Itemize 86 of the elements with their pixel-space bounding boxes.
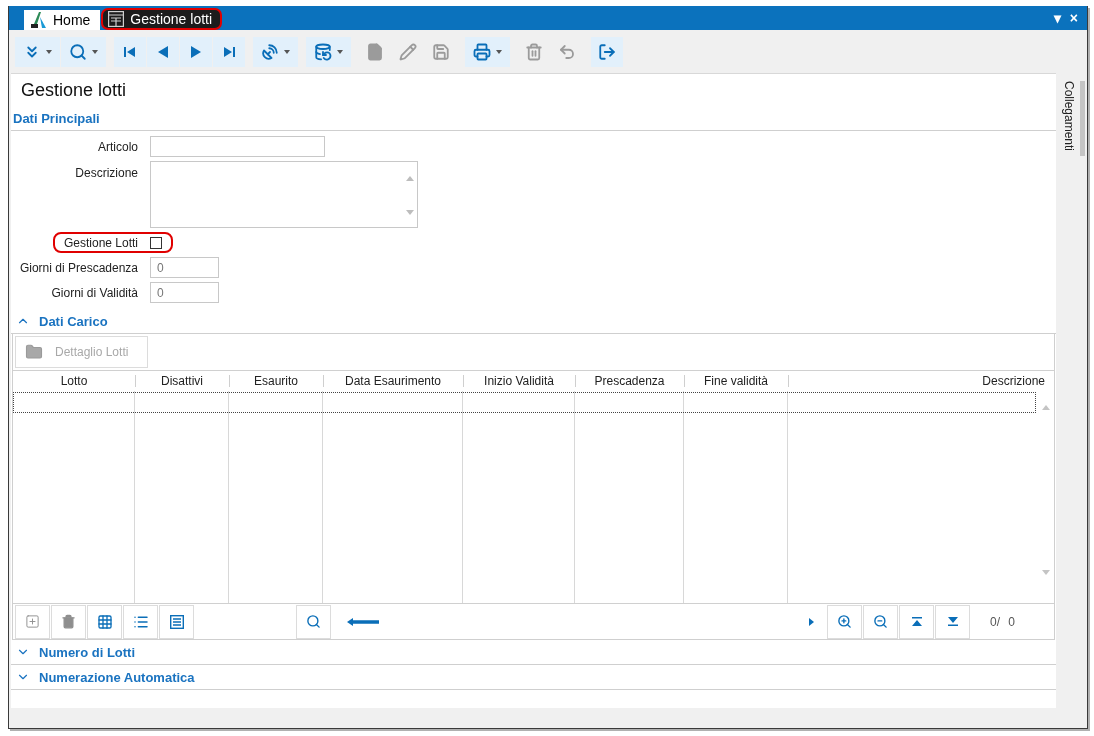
zoom-out-icon bbox=[873, 614, 888, 629]
section-title[interactable]: Dati Carico bbox=[39, 313, 108, 329]
column-header[interactable]: Prescadenza bbox=[575, 371, 684, 391]
trash-icon bbox=[61, 614, 76, 629]
toolbar-button[interactable] bbox=[180, 37, 212, 67]
scroll-down-icon bbox=[1041, 570, 1050, 575]
caret-icon bbox=[92, 50, 98, 54]
zoom-out-button[interactable] bbox=[863, 604, 898, 639]
side-panel-tab[interactable]: Collegamenti bbox=[1062, 81, 1076, 152]
column-header[interactable]: Inizio Validità bbox=[463, 371, 575, 391]
number-field[interactable]: 0 bbox=[150, 257, 219, 278]
scroll-up-icon bbox=[406, 176, 414, 181]
grid-icon bbox=[96, 613, 113, 630]
move-top-icon bbox=[911, 617, 922, 626]
undo-icon bbox=[558, 43, 576, 61]
toolbar-button[interactable] bbox=[213, 37, 245, 67]
page-title: Gestione lotti bbox=[20, 78, 128, 102]
caret-icon bbox=[46, 50, 52, 54]
save-icon bbox=[432, 43, 450, 61]
checkbox[interactable] bbox=[150, 236, 162, 249]
next-icon bbox=[191, 46, 201, 58]
grid-tool-button[interactable] bbox=[159, 604, 194, 639]
section-title[interactable]: Numerazione Automatica bbox=[39, 669, 195, 685]
field-label: Giorni di Prescadenza bbox=[19, 260, 138, 275]
file-icon bbox=[366, 43, 384, 61]
database-refresh-icon bbox=[314, 43, 332, 61]
tab[interactable]: Home bbox=[24, 10, 101, 30]
column-header[interactable]: Disattivi bbox=[135, 371, 229, 391]
tab[interactable]: Gestione lotti bbox=[101, 8, 223, 30]
scroll-right-arrow-icon bbox=[809, 617, 814, 626]
field-label: Gestione Lotti bbox=[63, 235, 138, 250]
toolbar-button[interactable] bbox=[147, 37, 179, 67]
rows-icon bbox=[169, 614, 184, 629]
column-header[interactable]: Lotto bbox=[13, 371, 135, 391]
zoom-in-icon bbox=[837, 614, 852, 629]
search-icon bbox=[69, 43, 87, 61]
toolbar-button[interactable] bbox=[114, 37, 146, 67]
field-label: Giorni di Validità bbox=[51, 285, 138, 300]
field-label: Articolo bbox=[98, 139, 138, 154]
app-logo-icon bbox=[31, 12, 47, 28]
scroll-left-arrow-icon bbox=[347, 617, 379, 626]
number-field[interactable]: 0 bbox=[150, 282, 219, 303]
previous-icon bbox=[158, 46, 168, 58]
text-field[interactable] bbox=[150, 136, 325, 157]
search-icon bbox=[306, 614, 321, 629]
search-button[interactable] bbox=[296, 604, 331, 639]
record-counter: 0/ 0 bbox=[989, 614, 1016, 629]
folder-icon bbox=[25, 343, 43, 361]
trash-icon bbox=[525, 43, 543, 61]
column-header[interactable]: Fine validità bbox=[684, 371, 788, 391]
scrollbar-thumb[interactable] bbox=[1080, 81, 1085, 156]
pencil-icon bbox=[399, 43, 417, 61]
move-bottom-icon bbox=[947, 617, 958, 626]
scroll-up-icon bbox=[1041, 405, 1050, 410]
window-icon bbox=[108, 11, 125, 27]
grid-tool-button[interactable] bbox=[123, 604, 158, 639]
caret-icon bbox=[284, 50, 290, 54]
window-menu-button[interactable]: ▾ bbox=[1053, 10, 1061, 26]
last-row-button[interactable] bbox=[935, 604, 970, 639]
column-header[interactable]: Esaurito bbox=[229, 371, 323, 391]
text-area-field[interactable] bbox=[150, 161, 418, 228]
printer-icon bbox=[473, 43, 491, 61]
exit-icon bbox=[598, 43, 616, 61]
section-title: Dati Principali bbox=[13, 110, 100, 126]
toolbar-button[interactable] bbox=[15, 37, 60, 67]
toolbar-button[interactable] bbox=[253, 37, 298, 67]
zoom-in-button[interactable] bbox=[827, 604, 862, 639]
section-title[interactable]: Numero di Lotti bbox=[39, 644, 136, 660]
add-icon bbox=[25, 614, 40, 629]
caret-icon bbox=[337, 50, 343, 54]
scroll-down-icon bbox=[406, 210, 414, 215]
field-label: Descrizione bbox=[75, 165, 138, 180]
caret-icon bbox=[496, 50, 502, 54]
grid-tool-button[interactable] bbox=[87, 604, 122, 639]
toolbar-button[interactable] bbox=[306, 37, 351, 67]
column-header[interactable]: Descrizione bbox=[788, 371, 1054, 391]
toolbar-button[interactable] bbox=[591, 37, 623, 67]
first-row-button[interactable] bbox=[899, 604, 934, 639]
focused-row[interactable] bbox=[13, 392, 1036, 413]
toolbar-button[interactable] bbox=[61, 37, 106, 67]
first-icon bbox=[124, 46, 136, 58]
column-header[interactable]: Data Esaurimento bbox=[323, 371, 463, 391]
close-button[interactable]: × bbox=[1069, 10, 1078, 26]
last-icon bbox=[223, 46, 235, 58]
toolbar-button[interactable] bbox=[465, 37, 510, 67]
satellite-dish-icon bbox=[261, 43, 279, 61]
